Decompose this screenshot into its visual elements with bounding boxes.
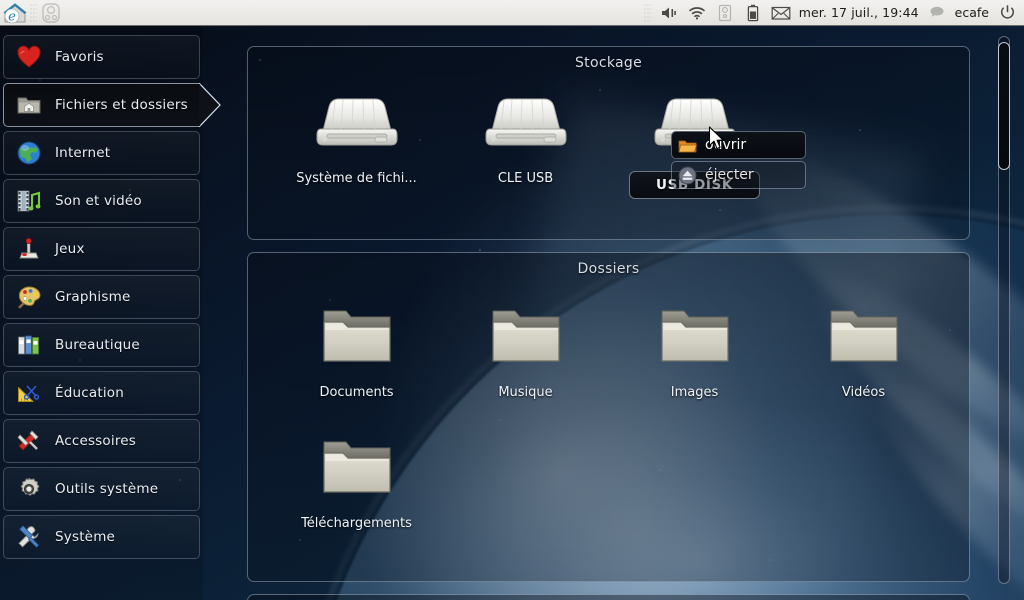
gear-icon [16,476,42,502]
swiss-knife-icon [16,428,42,454]
folder-label: Documents [319,385,394,400]
globe-icon [16,140,42,166]
drive-icon [315,77,399,167]
drive-label: CLE USB [497,171,554,186]
sidebar-item-son-et-video[interactable]: Son et vidéo [3,179,200,223]
content-area: Stockage Système de fichi... CLE USB USB… [203,26,1024,600]
folder-tile-videos[interactable]: Vidéos [779,291,948,400]
sidebar-item-label: Fichiers et dossiers [55,97,188,113]
folder-label: Images [670,385,719,400]
panel-fichiers-recents: Fichiers récents [247,594,970,600]
sidebar-item-label: Graphisme [55,289,131,305]
sidebar-item-label: Internet [55,145,111,161]
panel-title: Stockage [575,55,642,71]
ecafe-home-icon[interactable]: e [2,1,28,25]
home-folder-icon [16,92,42,118]
folder-tile-musique[interactable]: Musique [441,291,610,400]
folder-label: Téléchargements [301,516,412,531]
speaker-device-icon[interactable] [715,3,735,23]
sidebar-item-fichiers-et-dossiers[interactable]: Fichiers et dossiers [3,83,221,127]
category-sidebar: Favoris Fichiers et dossiers Internet So… [0,26,221,600]
folder-icon [488,291,564,381]
wifi-icon[interactable] [687,3,707,23]
open-folder-icon [678,136,697,155]
panel-dossiers: Dossiers Documents Musique Images Vidéos… [247,252,970,582]
selected-indicator-arrow [199,83,222,127]
sidebar-item-label: Accessoires [55,433,137,449]
context-menu-item-ejecter[interactable]: éjecter [671,161,806,189]
sidebar-item-accessoires[interactable]: Accessoires [3,419,200,463]
panel-title: Fichiers récents [248,595,969,600]
palette-icon [16,284,42,310]
drive-tile-cle-usb[interactable]: CLE USB [441,77,610,199]
chat-bubble-icon[interactable] [927,3,947,23]
battery-icon[interactable] [743,3,763,23]
context-menu: ouvrir éjecter [671,131,806,191]
svg-text:e: e [8,9,16,24]
folder-icon [319,422,395,512]
eject-icon [678,166,697,185]
wrench-screwdriver-icon [16,524,42,550]
folder-icon [826,291,902,381]
context-menu-label: éjecter [705,167,754,183]
sidebar-item-internet[interactable]: Internet [3,131,200,175]
drive-tile-systeme-de-fichiers[interactable]: Système de fichi... [272,77,441,199]
panel-stockage: Stockage Système de fichi... CLE USB USB… [247,46,970,240]
sidebar-item-label: Jeux [55,241,85,257]
power-icon[interactable] [997,3,1017,23]
sidebar-item-systeme[interactable]: Système [3,515,200,559]
folder-tile-documents[interactable]: Documents [272,291,441,400]
binders-icon [16,332,42,358]
sidebar-item-label: Favoris [55,49,104,65]
folder-tile-images[interactable]: Images [610,291,779,400]
sidebar-item-outils-systeme[interactable]: Outils système [3,467,200,511]
sidebar-item-graphisme[interactable]: Graphisme [3,275,200,319]
top-panel: e mer. 17 juil., 19:44 ecafe [0,0,1024,26]
sidebar-item-bureautique[interactable]: Bureautique [3,323,200,367]
username-label[interactable]: ecafe [955,5,989,20]
panel-title: Dossiers [577,261,640,277]
sidebar-item-label: Système [55,529,116,545]
context-menu-label: ouvrir [705,137,747,153]
drive-icon [484,77,568,167]
vertical-scrollbar[interactable] [998,36,1010,584]
context-menu-item-ouvrir[interactable]: ouvrir [671,131,806,159]
sidebar-item-jeux[interactable]: Jeux [3,227,200,271]
sidebar-item-label: Son et vidéo [55,193,142,209]
folder-icon [319,291,395,381]
panel-drag-handle[interactable] [30,3,37,22]
media-player-icon[interactable] [39,2,63,24]
clock[interactable]: mer. 17 juil., 19:44 [799,5,919,20]
film-music-icon [16,188,42,214]
desktop-screen: e mer. 17 juil., 19:44 ecafe Favoris Fic… [0,0,1024,600]
mail-icon[interactable] [771,3,791,23]
scrollbar-thumb[interactable] [998,42,1010,170]
sidebar-item-label: Éducation [55,385,125,401]
ruler-scissors-icon [16,380,42,406]
volume-icon[interactable] [659,3,679,23]
sidebar-item-label: Outils système [55,481,159,497]
folder-label: Musique [498,385,553,400]
heart-icon [16,44,42,70]
joystick-icon [16,236,42,262]
tray-drag-handle[interactable] [643,3,651,22]
folder-tile-telechargements[interactable]: Téléchargements [272,422,441,531]
sidebar-item-education[interactable]: Éducation [3,371,200,415]
folder-icon [657,291,733,381]
folder-label: Vidéos [841,385,886,400]
drive-label: Système de fichi... [296,171,417,186]
sidebar-item-label: Bureautique [55,337,140,353]
sidebar-item-favoris[interactable]: Favoris [3,35,200,79]
